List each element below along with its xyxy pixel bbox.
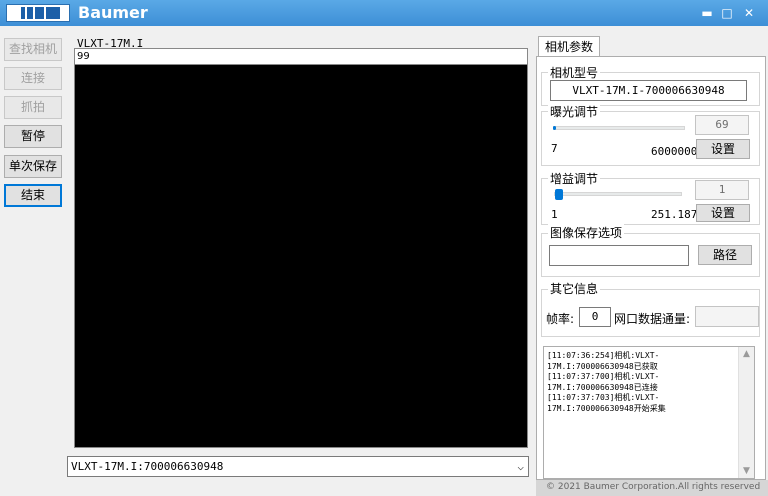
- exposure-group-title: 曝光调节: [548, 103, 601, 120]
- log-line: 17M.I:700006630948开始采集: [547, 403, 666, 413]
- title-bar: Baumer ▬ □ ✕: [0, 0, 768, 26]
- app-title: Baumer: [78, 3, 148, 22]
- scroll-up-icon[interactable]: ▲: [739, 349, 754, 359]
- save-path-input[interactable]: [549, 245, 689, 266]
- log-scrollbar[interactable]: ▲ ▼: [738, 347, 754, 478]
- exposure-set-button[interactable]: 设置: [696, 139, 750, 159]
- gain-min-label: 1: [551, 208, 558, 221]
- gain-group-title: 增益调节: [548, 170, 601, 187]
- exposure-slider-track[interactable]: [553, 126, 685, 130]
- baumer-logo-icon: [6, 4, 70, 22]
- capture-button[interactable]: 抓拍: [4, 96, 62, 119]
- pause-button[interactable]: 暂停: [4, 125, 62, 148]
- fps-label: 帧率:: [546, 312, 575, 326]
- footer-bar: © 2021 Baumer Corporation.All rights res…: [536, 480, 768, 496]
- net-throughput-label: 网口数据通量:: [614, 312, 691, 326]
- gain-value-field[interactable]: 1: [695, 180, 749, 200]
- chevron-down-icon: ⌵: [517, 460, 524, 473]
- tab-camera-params[interactable]: 相机参数: [538, 36, 600, 57]
- log-line: 17M.I:700006630948已获取: [547, 361, 658, 371]
- gain-max-label: 251.1875: [651, 208, 696, 221]
- image-display: 99: [74, 48, 528, 448]
- exposure-min-label: 7: [551, 142, 558, 155]
- log-line: [11:07:37:703]相机:VLXT-: [547, 393, 660, 402]
- fps-value-field: 0: [579, 307, 611, 327]
- gain-set-button[interactable]: 设置: [696, 204, 750, 222]
- exposure-value-field[interactable]: 69: [695, 115, 749, 135]
- minimize-icon[interactable]: ▬: [698, 4, 716, 22]
- path-button[interactable]: 路径: [698, 245, 752, 265]
- scroll-down-icon[interactable]: ▼: [739, 466, 754, 476]
- log-line: 17M.I:700006630948已连接: [547, 382, 658, 392]
- find-camera-button[interactable]: 查找相机: [4, 38, 62, 61]
- device-select[interactable]: VLXT-17M.I:700006630948 ⌵: [67, 456, 529, 477]
- close-icon[interactable]: ✕: [740, 4, 758, 22]
- model-value: VLXT-17M.I-700006630948: [550, 80, 747, 101]
- log-line: [11:07:37:700]相机:VLXT-: [547, 372, 660, 381]
- single-save-button[interactable]: 单次保存: [4, 155, 62, 178]
- save-options-title: 图像保存选项: [548, 224, 625, 241]
- control-panel: 查找相机 连接 抓拍 暂停 单次保存 结束: [0, 34, 67, 480]
- log-line: [11:07:36:254]相机:VLXT-: [547, 351, 660, 360]
- device-select-value: VLXT-17M.I:700006630948: [71, 460, 224, 473]
- image-value-text: 99: [75, 49, 527, 65]
- copyright-text: © 2021 Baumer Corporation.All rights res…: [546, 482, 761, 492]
- exposure-max-label: 60000000: [651, 145, 696, 158]
- gain-slider-thumb[interactable]: [555, 189, 563, 200]
- net-throughput-field: [695, 306, 759, 327]
- model-group-title: 相机型号: [548, 64, 601, 81]
- log-lines: [11:07:36:254]相机:VLXT- 17M.I:70000663094…: [547, 351, 737, 414]
- other-info-title: 其它信息: [548, 280, 601, 297]
- log-textarea[interactable]: [11:07:36:254]相机:VLXT- 17M.I:70000663094…: [543, 346, 755, 479]
- exposure-slider-thumb[interactable]: [553, 126, 556, 130]
- end-button[interactable]: 结束: [4, 184, 62, 207]
- gain-slider-track[interactable]: [554, 192, 682, 196]
- connect-button[interactable]: 连接: [4, 67, 62, 90]
- maximize-icon[interactable]: □: [718, 4, 736, 22]
